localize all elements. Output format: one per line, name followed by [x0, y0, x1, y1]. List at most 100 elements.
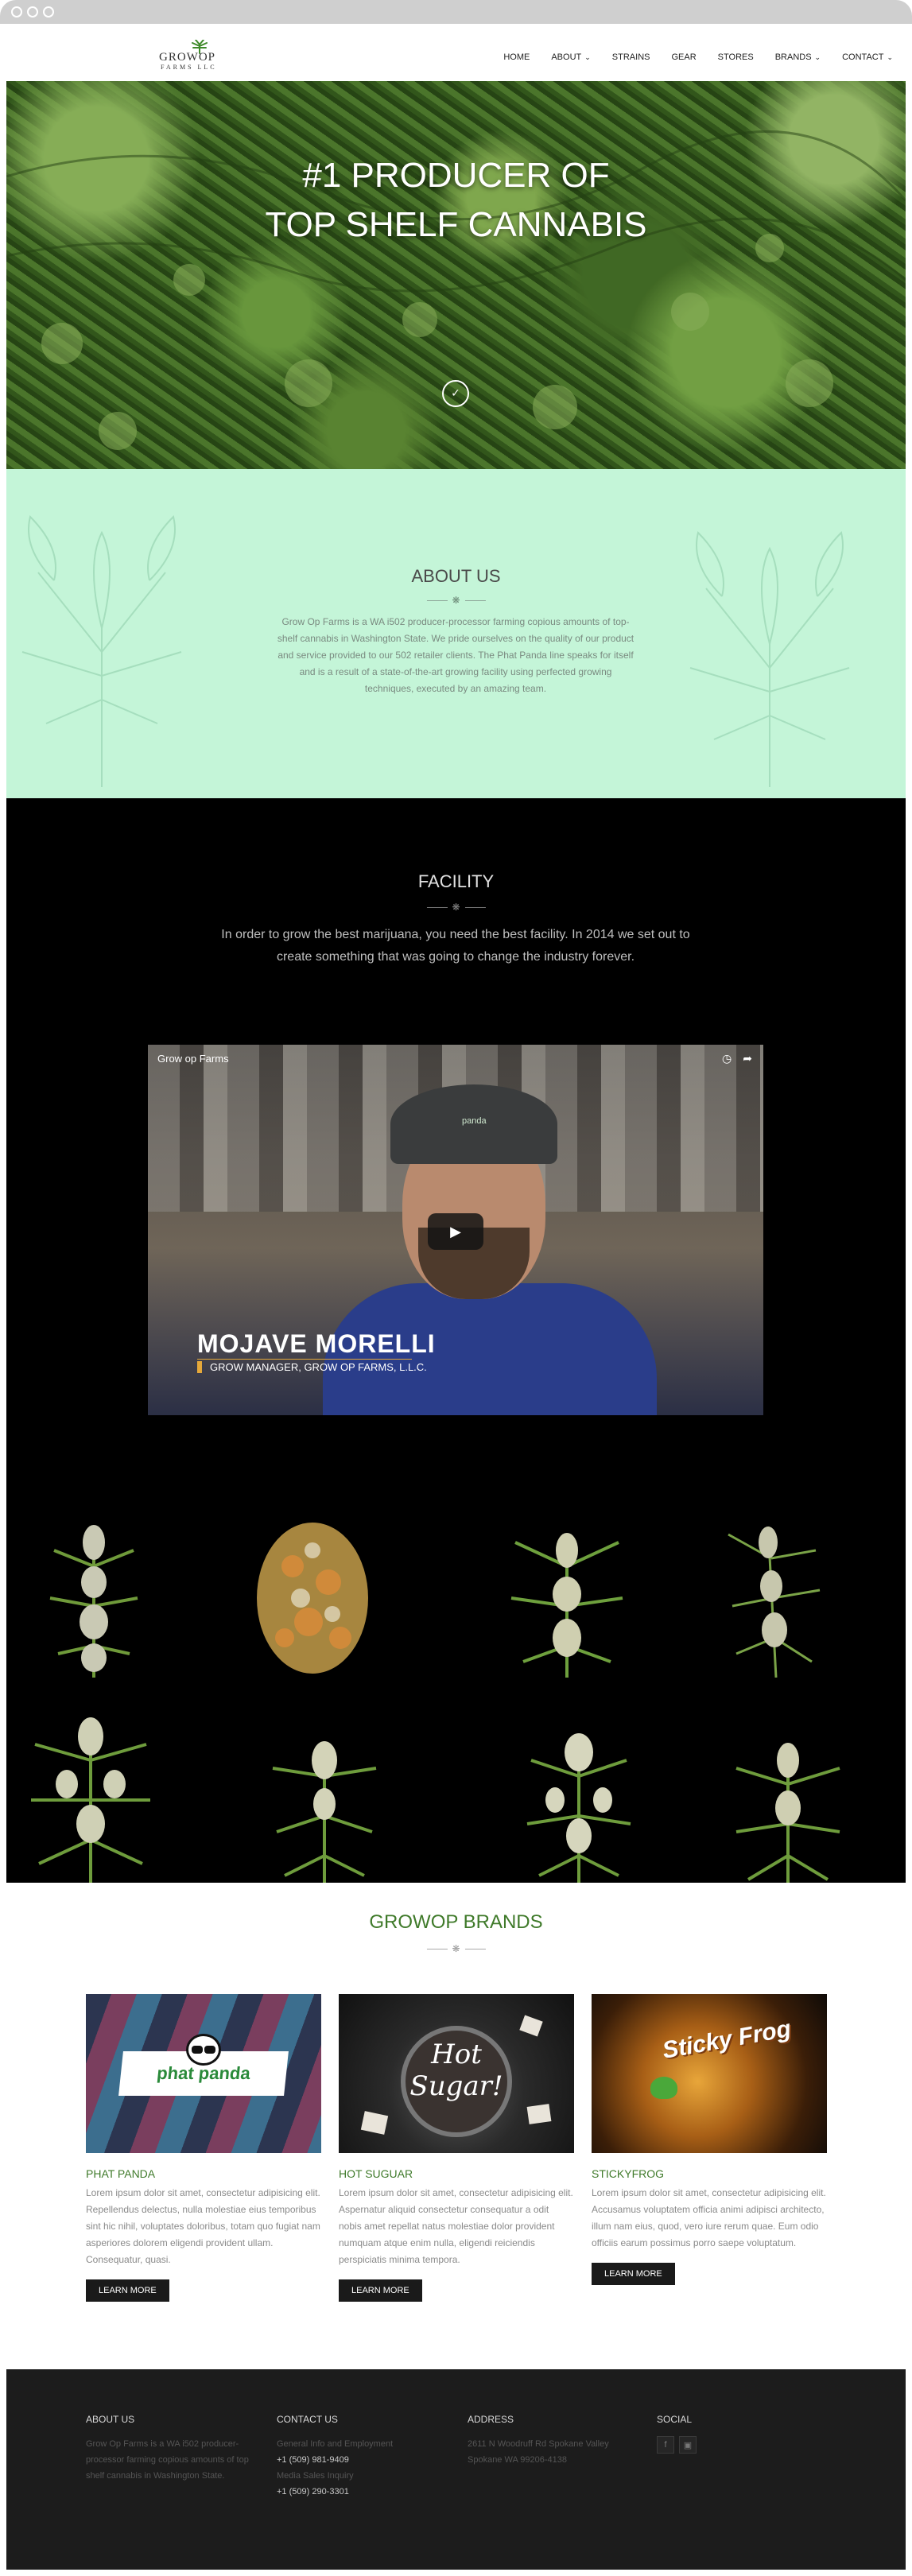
section-divider: ❋ — [426, 1943, 486, 1954]
cannabis-leaf-icon: ❋ — [452, 902, 460, 913]
strain-photo-5[interactable] — [27, 1713, 154, 1883]
learn-more-button-phat-panda[interactable]: LEARN MORE — [86, 2279, 169, 2302]
brand-image-phat-panda[interactable]: phat panda — [86, 1994, 321, 2153]
hero-headline: #1 PRODUCER OF TOP SHELF CANNABIS — [6, 151, 906, 250]
chevron-down-icon: ✓ — [451, 387, 460, 400]
footer-address-title: ADDRESS — [468, 2414, 514, 2425]
instagram-icon[interactable]: ▣ — [679, 2436, 697, 2454]
nav-item-gear[interactable]: GEAR — [671, 52, 696, 62]
phat-panda-logo-text: phat panda — [156, 2063, 252, 2083]
footer-social: SOCIAL f ▣ — [657, 2414, 832, 2454]
strain-photo-4[interactable] — [720, 1519, 824, 1678]
brand-card-phat-panda: phat panda PHAT PANDA Lorem ipsum dolor … — [86, 1994, 321, 2302]
hero-headline-line-1: #1 PRODUCER OF — [302, 156, 610, 195]
window-maximize-dot[interactable] — [43, 6, 54, 17]
facility-video-player[interactable]: panda Grow op Farms ◷ ➦ ▶ MOJAVE MORELLI… — [148, 1045, 763, 1415]
brand-card-stickyfrog: Sticky Frog STICKYFROG Lorem ipsum dolor… — [592, 1994, 827, 2285]
browser-window-chrome — [0, 0, 912, 24]
footer-social-title: SOCIAL — [657, 2414, 693, 2425]
footer-about-text: Grow Op Farms is a WA i502 producer-proc… — [86, 2439, 249, 2481]
page-frame: GROWOP FARMS LLC HOME ABOUT ⌄ STRAINS GEAR ST… — [6, 24, 906, 2570]
cannabis-leaf-icon: ❋ — [452, 1943, 460, 1954]
strain-photo-2[interactable] — [253, 1519, 372, 1678]
footer-contact-title: CONTACT US — [277, 2414, 338, 2425]
window-minimize-dot[interactable] — [27, 6, 38, 17]
footer-general-phone[interactable]: +1 (509) 981-9409 — [277, 2452, 452, 2468]
cap-logo-text: panda — [462, 1116, 487, 1126]
facility-description: In order to grow the best marijuana, you… — [221, 928, 690, 964]
nav-item-label: ABOUT — [551, 52, 582, 62]
nav-item-label: HOME — [503, 52, 530, 62]
strain-photo-3[interactable] — [507, 1519, 627, 1678]
nav-item-label: CONTACT — [842, 52, 884, 62]
strain-photo-7[interactable] — [523, 1728, 635, 1883]
brand-name-phat-panda[interactable]: PHAT PANDA — [86, 2167, 321, 2180]
brand-image-stickyfrog[interactable]: Sticky Frog — [592, 1994, 827, 2153]
main-nav: HOME ABOUT ⌄ STRAINS GEAR STORES BRANDS ⌄ CONTAC… — [503, 52, 893, 62]
learn-more-button-hot-suguar[interactable]: LEARN MORE — [339, 2279, 422, 2302]
strain-photo-6[interactable] — [269, 1736, 380, 1883]
nav-item-strains[interactable]: STRAINS — [612, 52, 650, 62]
brand-name-stickyfrog[interactable]: STICKYFROG — [592, 2167, 827, 2180]
nav-item-stores[interactable]: STORES — [718, 52, 754, 62]
nav-item-label: BRANDS — [774, 52, 812, 62]
brand-image-hot-suguar[interactable]: Hot Sugar! — [339, 1994, 574, 2153]
section-divider: ❋ — [426, 595, 486, 606]
play-icon: ▶ — [450, 1223, 461, 1240]
brand-card-hot-suguar: Hot Sugar! HOT SUGUAR Lorem ipsum dolor … — [339, 1994, 574, 2302]
video-person-name: MOJAVE MORELLI — [197, 1329, 436, 1358]
facebook-icon[interactable]: f — [657, 2436, 674, 2454]
video-play-button[interactable]: ▶ — [428, 1213, 483, 1250]
strain-photo-8[interactable] — [728, 1736, 848, 1883]
chevron-down-icon: ⌄ — [814, 52, 821, 61]
footer-address-line-2: Spokane WA 99206-4138 — [468, 2455, 567, 2465]
video-person-role: GROW MANAGER, GROW OP FARMS, L.L.C. — [197, 1361, 427, 1373]
facility-title: FACILITY — [417, 871, 495, 891]
share-icon[interactable]: ➦ — [743, 1053, 752, 1065]
hero-overlay — [6, 81, 906, 469]
chevron-down-icon: ⌄ — [584, 52, 591, 61]
site-header: GROWOP FARMS LLC HOME ABOUT ⌄ STRAINS GEAR ST… — [6, 24, 906, 81]
hero-banner: #1 PRODUCER OF TOP SHELF CANNABIS ✓ — [6, 81, 906, 469]
site-footer: ABOUT US Grow Op Farms is a WA i502 prod… — [6, 2369, 906, 2570]
about-section: ABOUT US ❋ Grow Op Farms is a WA i502 pr… — [6, 469, 906, 798]
nav-item-label: GEAR — [671, 52, 697, 62]
brands-section: GROWOP BRANDS ❋ phat panda PHAT PANDA Lo… — [6, 1883, 906, 2369]
about-description: Grow Op Farms is a WA i502 producer-proc… — [277, 616, 635, 694]
brands-title: GROWOP BRANDS — [369, 1911, 543, 1933]
window-close-dot[interactable] — [11, 6, 22, 17]
brand-desc-hot-suguar: Lorem ipsum dolor sit amet, consectetur … — [339, 2187, 573, 2265]
video-channel-title[interactable]: Grow op Farms — [157, 1053, 229, 1065]
nav-item-home[interactable]: HOME — [503, 52, 530, 62]
lower-third-rule — [197, 1359, 412, 1360]
footer-media-phone[interactable]: +1 (509) 290-3301 — [277, 2484, 452, 2500]
nav-item-brands[interactable]: BRANDS ⌄ — [775, 52, 821, 62]
sticky-frog-logo-text: Sticky Frog — [660, 2015, 794, 2064]
footer-address-line-1: 2611 N Woodruff Rd Spokane Valley — [468, 2439, 609, 2449]
footer-media-label: Media Sales Inquiry — [277, 2471, 354, 2481]
hot-sugar-logo-text: Hot Sugar! — [409, 2039, 503, 2102]
watch-later-icon[interactable]: ◷ — [722, 1053, 732, 1065]
footer-about-title: ABOUT US — [86, 2414, 135, 2425]
video-person-cap: panda — [390, 1084, 557, 1164]
nav-item-contact[interactable]: CONTACT ⌄ — [842, 52, 893, 62]
panda-face-icon — [186, 2034, 221, 2066]
brand-desc-stickyfrog: Lorem ipsum dolor sit amet, consectetur … — [592, 2187, 826, 2248]
nav-item-label: STORES — [717, 52, 754, 62]
brand-name-hot-suguar[interactable]: HOT SUGUAR — [339, 2167, 574, 2180]
footer-contact: CONTACT US General Info and Employment +… — [277, 2414, 452, 2500]
frog-icon — [650, 2077, 677, 2099]
site-logo[interactable]: GROWOP FARMS LLC — [159, 40, 232, 72]
nav-item-about[interactable]: ABOUT ⌄ — [551, 52, 590, 62]
learn-more-button-stickyfrog[interactable]: LEARN MORE — [592, 2263, 675, 2285]
section-divider: ❋ — [426, 902, 486, 913]
footer-general-label: General Info and Employment — [277, 2439, 394, 2449]
footer-about: ABOUT US Grow Op Farms is a WA i502 prod… — [86, 2414, 261, 2484]
logo-subtitle: FARMS LLC — [161, 64, 217, 71]
logo-wordmark: GROWOP — [159, 51, 216, 64]
facility-section: FACILITY ❋ In order to grow the best mar… — [6, 798, 906, 1883]
hero-headline-line-2: TOP SHELF CANNABIS — [265, 205, 647, 244]
cannabis-leaf-icon: ❋ — [452, 595, 460, 606]
scroll-down-button[interactable]: ✓ — [442, 380, 469, 407]
strain-photo-1[interactable] — [46, 1519, 142, 1678]
